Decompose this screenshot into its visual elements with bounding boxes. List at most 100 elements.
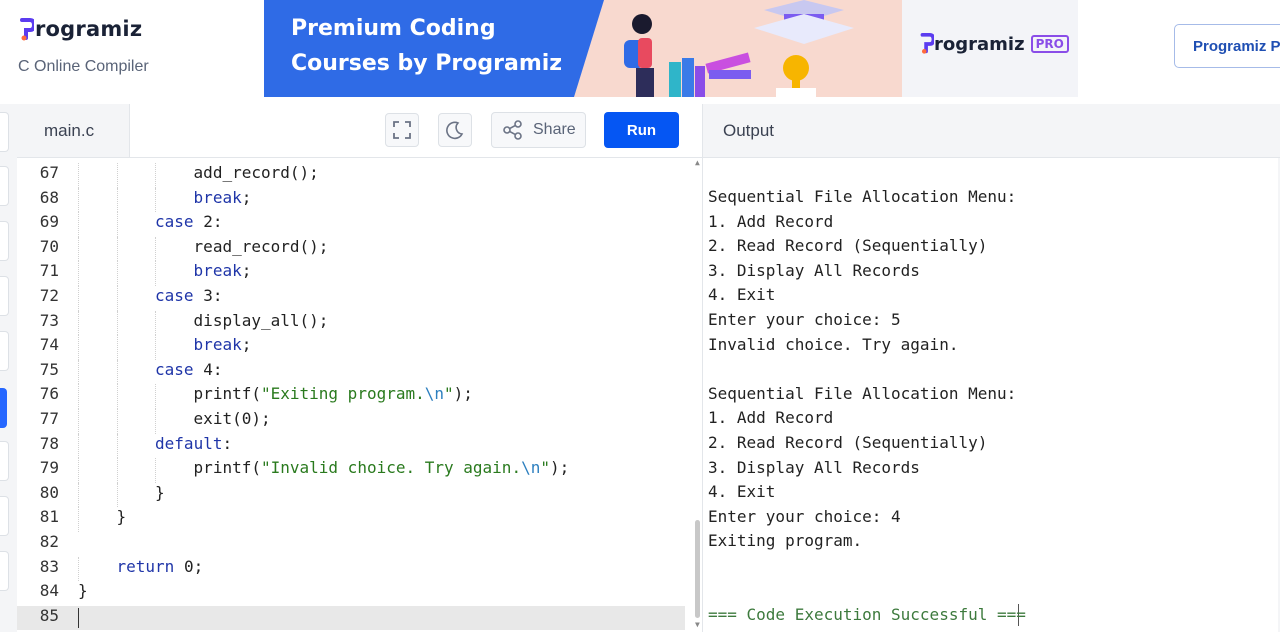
share-button[interactable]: Share xyxy=(491,112,586,148)
code-line[interactable]: 70 read_record(); xyxy=(17,236,685,262)
output-line: 1. Add Record xyxy=(708,408,834,428)
code-line[interactable]: 85 xyxy=(17,605,685,631)
code-text: exit(0); xyxy=(194,409,271,428)
indent-guide xyxy=(116,286,118,311)
line-number: 69 xyxy=(39,212,59,232)
editor-toolbar: main.c Share Run xyxy=(17,104,702,158)
line-number: 83 xyxy=(39,556,59,576)
line-number: 82 xyxy=(39,532,59,551)
output-line: Sequential File Allocation Menu: xyxy=(708,187,1017,206)
programiz-pro-button[interactable]: Programiz P xyxy=(1174,24,1280,68)
sidebar-lang-item[interactable] xyxy=(0,331,9,371)
line-number: 85 xyxy=(39,605,59,625)
code-token: ); xyxy=(549,458,570,478)
scrollbar-thumb[interactable] xyxy=(695,520,700,618)
code-token: } xyxy=(78,581,88,601)
code-token: : xyxy=(212,359,223,379)
scroll-up-icon[interactable]: ▲ xyxy=(695,158,700,167)
code-line[interactable]: 74 break; xyxy=(17,335,685,360)
code-token: printf( xyxy=(193,384,261,404)
code-line[interactable]: 72 case 3: xyxy=(17,286,685,311)
code-token: ; xyxy=(241,187,252,207)
dark-mode-button[interactable] xyxy=(438,113,472,147)
code-line[interactable]: 81} xyxy=(17,507,685,532)
line-number: 79 xyxy=(39,458,59,478)
indent-guide xyxy=(78,359,79,385)
banner-brand: rogramiz xyxy=(934,33,1025,55)
sidebar-lang-item[interactable] xyxy=(0,551,9,591)
code-line[interactable]: 84} xyxy=(17,581,685,606)
code-line[interactable]: 75 case 4: xyxy=(17,359,685,385)
sidebar-lang-item[interactable] xyxy=(0,496,9,536)
code-line[interactable]: 73 display_all(); xyxy=(17,310,685,336)
run-button[interactable]: Run xyxy=(604,112,679,148)
code-text: case 4: xyxy=(155,360,222,379)
sidebar-lang-item[interactable] xyxy=(0,112,9,152)
indent-guide xyxy=(155,261,157,286)
indent-guide xyxy=(78,286,79,311)
indent-guide xyxy=(78,458,79,483)
indent-guide xyxy=(78,187,79,213)
indent-guide xyxy=(116,261,118,286)
code-line[interactable]: 80} xyxy=(17,482,685,508)
line-number: 75 xyxy=(39,359,59,379)
banner-pro-panel: rogramiz PRO xyxy=(902,0,1078,97)
line-number: 71 xyxy=(39,261,59,281)
line-number: 67 xyxy=(39,163,59,182)
pro-badge: PRO xyxy=(1030,35,1069,53)
sidebar-lang-item-active[interactable] xyxy=(0,388,7,428)
code-token: display_all(); xyxy=(193,310,329,330)
sidebar-lang-item[interactable] xyxy=(0,166,9,206)
code-token: "Invalid choice. Try again. xyxy=(260,458,522,478)
code-token: case xyxy=(155,212,204,232)
programiz-logo[interactable]: rogramiz xyxy=(20,17,142,41)
indent-guide xyxy=(78,310,79,336)
indent-guide xyxy=(116,212,118,237)
code-token: " xyxy=(444,384,454,404)
language-sidebar xyxy=(0,104,18,632)
code-line[interactable]: 83 return 0; xyxy=(17,556,685,582)
line-number: 80 xyxy=(39,482,59,502)
code-token: \n xyxy=(521,458,541,478)
indent-guide xyxy=(116,482,118,508)
file-tab-main[interactable]: main.c xyxy=(17,104,130,157)
output-line: Exiting program. xyxy=(708,531,863,551)
line-number: 74 xyxy=(39,335,59,355)
code-line[interactable]: 79 printf("Invalid choice. Try again.\n")… xyxy=(17,458,685,483)
code-line[interactable]: 76 printf("Exiting program.\n"); xyxy=(17,384,685,409)
code-token: ); xyxy=(251,409,271,428)
indent-guide xyxy=(116,236,118,262)
output-line: 4. Exit xyxy=(708,285,776,305)
code-text: break; xyxy=(194,335,252,354)
code-line[interactable]: 69 case 2: xyxy=(17,212,685,237)
code-token: case xyxy=(155,359,204,379)
code-line[interactable]: 82 xyxy=(17,532,685,557)
line-number: 73 xyxy=(39,310,59,330)
code-text: break; xyxy=(194,261,252,280)
code-line[interactable]: 71 break; xyxy=(17,261,685,286)
code-text: read_record(); xyxy=(194,237,329,256)
fullscreen-button[interactable] xyxy=(385,113,419,147)
sidebar-lang-item[interactable] xyxy=(0,441,9,481)
code-editor[interactable]: ▲ ▼ 67 add_record(); 68 break; 69 case 2: 70 re… xyxy=(17,158,702,632)
code-line[interactable]: 78 default: xyxy=(17,433,685,459)
output-console[interactable]: Sequential File Allocation Menu: 1. Add R… xyxy=(702,158,1280,632)
line-number: 81 xyxy=(39,507,59,527)
indent-guide xyxy=(78,433,79,459)
indent-guide xyxy=(78,482,79,508)
output-line: Invalid choice. Try again. xyxy=(708,334,959,354)
editor-scrollbar[interactable]: ▲ ▼ xyxy=(693,158,702,632)
scroll-down-icon[interactable]: ▼ xyxy=(695,620,700,629)
sidebar-lang-item[interactable] xyxy=(0,276,9,316)
code-line[interactable]: 67 add_record(); xyxy=(17,163,685,188)
ad-banner[interactable]: Premium Coding Courses by Programiz rogr… xyxy=(264,0,1078,97)
line-number: 72 xyxy=(39,286,59,305)
code-token: case xyxy=(155,286,204,305)
output-line: 1. Add Record xyxy=(708,211,834,231)
code-token: 4 xyxy=(203,359,213,379)
sidebar-lang-item[interactable] xyxy=(0,221,9,261)
indent-guide xyxy=(78,384,79,409)
code-token: : xyxy=(222,433,233,453)
code-line[interactable]: 68 break; xyxy=(17,187,685,213)
code-line[interactable]: 77 exit(0); xyxy=(17,409,685,434)
